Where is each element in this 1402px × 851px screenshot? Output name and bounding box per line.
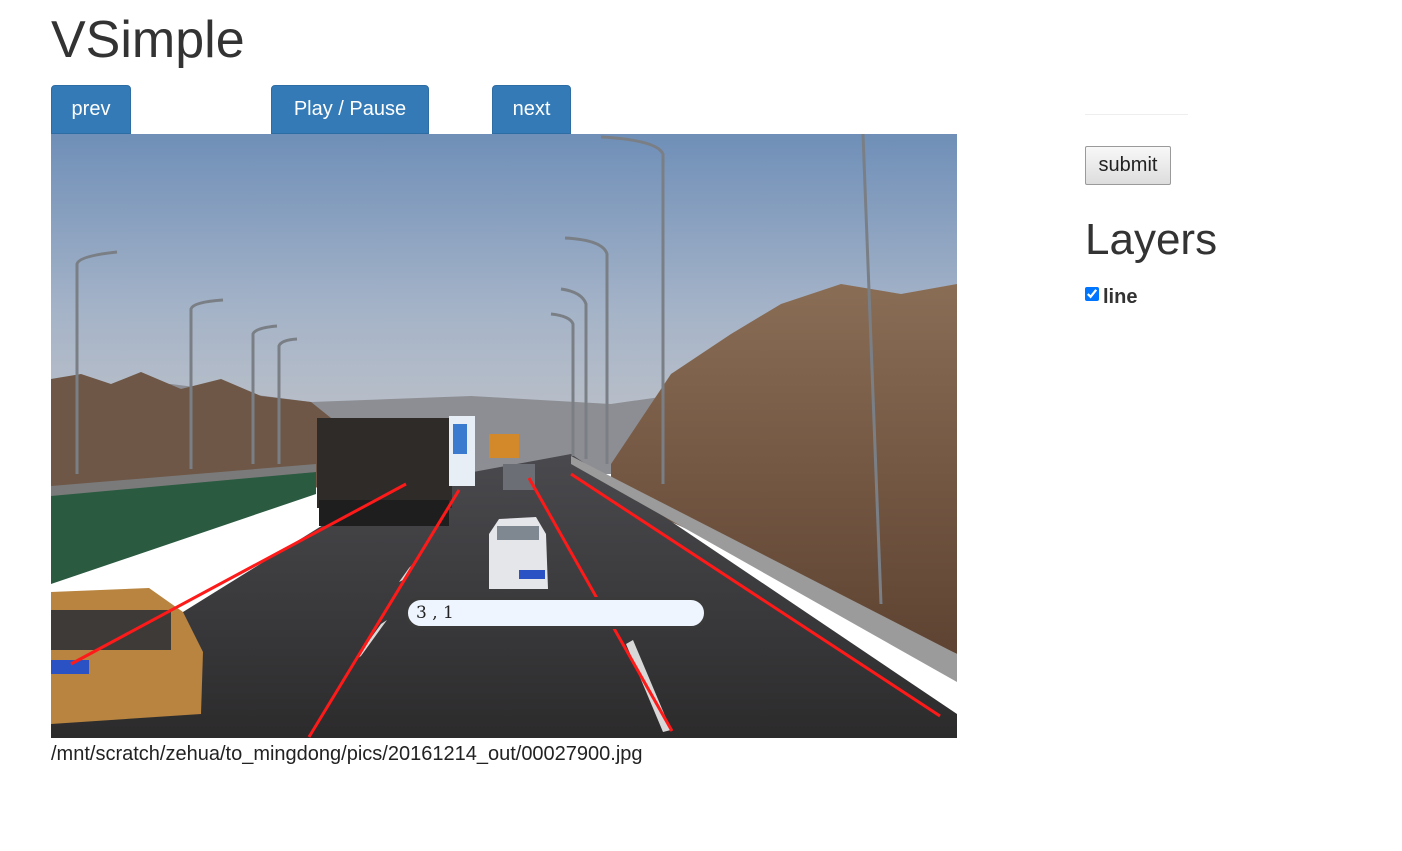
prev-button[interactable]: prev: [51, 85, 131, 134]
app-title: VSimple: [51, 11, 245, 69]
play-pause-button[interactable]: Play / Pause: [271, 85, 429, 134]
layer-item-line[interactable]: line: [1085, 286, 1137, 308]
next-button[interactable]: next: [492, 85, 571, 134]
file-path-label: /mnt/scratch/zehua/to_mingdong/pics/2016…: [51, 743, 643, 765]
layer-line-checkbox[interactable]: [1085, 287, 1099, 301]
road-frame-image: [51, 134, 957, 738]
frame-viewer[interactable]: 3 , 1: [51, 134, 957, 738]
layer-line-label: line: [1103, 286, 1138, 308]
coordinate-input[interactable]: 3 , 1: [405, 597, 707, 629]
submit-button[interactable]: submit: [1085, 146, 1171, 185]
sidebar-divider: [1085, 114, 1188, 115]
layers-heading: Layers: [1085, 215, 1218, 264]
